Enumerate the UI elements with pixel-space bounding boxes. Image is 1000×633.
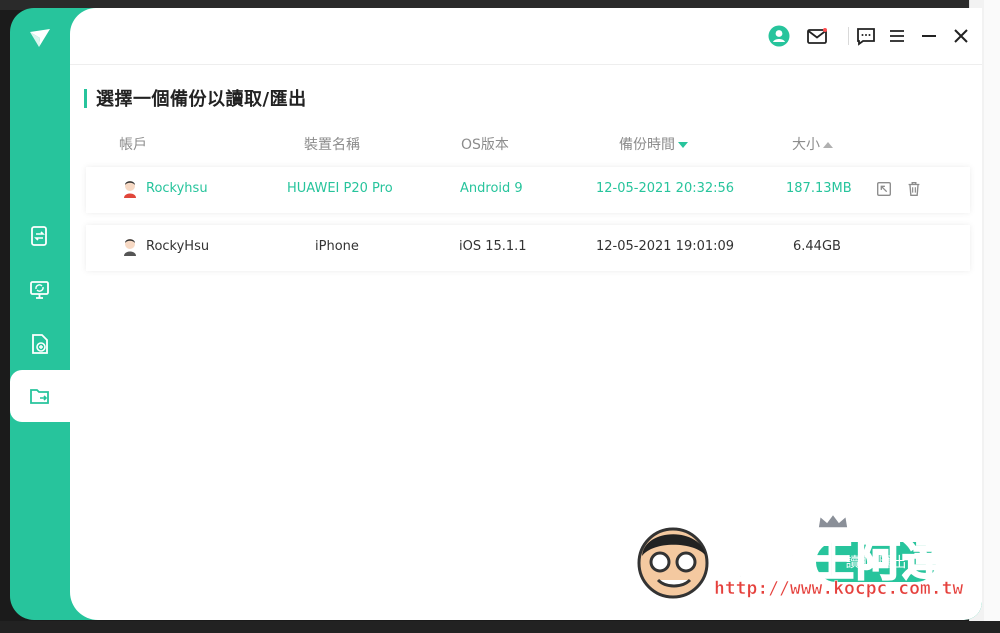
column-time-sort[interactable]: 備份時間 (619, 134, 688, 154)
mascot-logo-icon (637, 527, 709, 599)
page-heading: 選擇一個備份以讀取/匯出 (84, 88, 307, 110)
avatar-icon (124, 181, 136, 198)
sort-up-icon (823, 142, 833, 148)
background-bottom (0, 621, 1000, 633)
title-bar (70, 8, 982, 65)
document-transfer-icon (31, 226, 47, 246)
column-account: 帳戶 (119, 137, 147, 153)
cell-account: Rockyhsu (146, 181, 208, 196)
column-os: OS版本 (461, 137, 509, 153)
sidebar-item-backup[interactable] (10, 210, 70, 262)
table-header: 帳戶 裝置名稱 OS版本 備份時間 大小 (86, 134, 970, 154)
column-device: 裝置名稱 (304, 137, 360, 153)
sort-down-icon (678, 142, 688, 148)
cell-account: RockyHsu (146, 239, 210, 254)
close-icon[interactable] (950, 25, 972, 47)
cell-os: Android 9 (460, 181, 523, 196)
app-logo-icon (28, 26, 52, 50)
account-circle-icon[interactable] (768, 25, 790, 47)
folder-export-icon (30, 389, 49, 404)
column-time-label: 備份時間 (619, 137, 675, 153)
column-size-sort[interactable]: 大小 (792, 134, 833, 154)
cell-device: HUAWEI P20 Pro (287, 181, 393, 196)
cell-device: iPhone (315, 239, 359, 254)
sidebar-item-export[interactable] (10, 370, 70, 422)
table-row[interactable]: RockyHsu iPhone iOS 15.1.1 12-05-2021 19… (86, 225, 970, 271)
titlebar-divider (848, 27, 849, 45)
cell-size: 6.44GB (793, 239, 841, 254)
cell-time: 12-05-2021 20:32:56 (596, 181, 735, 196)
monitor-sync-icon (30, 281, 49, 299)
watermark: 電腦王阿達 http://www.kocpc.com.tw (630, 512, 964, 606)
chat-icon[interactable] (855, 25, 877, 47)
cell-os: iOS 15.1.1 (459, 239, 527, 254)
sidebar (10, 8, 70, 620)
minimize-icon[interactable] (918, 25, 940, 47)
sidebar-item-add-backup[interactable] (10, 318, 70, 370)
sidebar-item-restore[interactable] (10, 264, 70, 316)
hamburger-icon[interactable] (886, 25, 908, 47)
page-title: 選擇一個備份以讀取/匯出 (96, 89, 307, 110)
avatar-icon (124, 239, 136, 256)
heading-accent-bar (84, 88, 87, 108)
table-row[interactable]: Rockyhsu HUAWEI P20 Pro Android 9 12-05-… (86, 167, 970, 213)
cell-time: 12-05-2021 19:01:09 (596, 239, 735, 254)
export-icon[interactable] (874, 179, 894, 199)
cell-size: 187.13MB (786, 181, 852, 196)
watermark-url: http://www.kocpc.com.tw (714, 578, 964, 600)
file-add-icon (32, 334, 48, 354)
column-size-label: 大小 (792, 137, 820, 153)
trash-icon[interactable] (904, 179, 924, 199)
mail-icon[interactable] (806, 25, 828, 47)
